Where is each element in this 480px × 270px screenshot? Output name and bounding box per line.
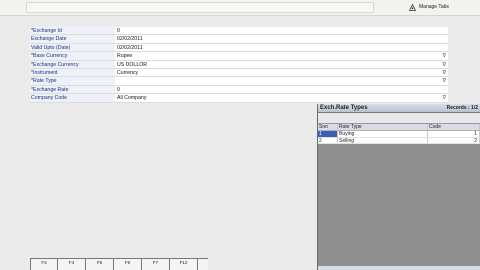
dropdown-arrow-icon[interactable]: ∇: [443, 94, 446, 102]
function-key-f7[interactable]: F7: [142, 259, 170, 270]
field-label: Company Code: [30, 94, 115, 102]
table-row[interactable]: 2 Selling 2: [318, 137, 480, 145]
field-value: 0: [117, 28, 120, 34]
dropdown-arrow-icon[interactable]: ∇: [443, 77, 446, 85]
field-select[interactable]: Rupee ∇: [115, 52, 448, 60]
field-select[interactable]: US DOLLOR ∇: [115, 60, 448, 69]
field-select[interactable]: Currency ∇: [115, 68, 448, 77]
form-row: Exchange Date 02/02/2011: [30, 35, 448, 44]
field-label: *Exchange Id: [30, 27, 115, 35]
lookup-grid-header: Sno Rate Type Code: [318, 124, 480, 131]
field-select[interactable]: ∇: [115, 77, 448, 85]
cell-sno: 2: [318, 137, 338, 144]
field-value: All Company: [117, 95, 147, 102]
col-header-code[interactable]: Code: [428, 124, 480, 130]
form-row: Valid Upto (Date) 02/02/2011: [30, 43, 448, 53]
lookup-records: Records : 1/2: [446, 105, 478, 111]
field-input[interactable]: 02/02/2011: [115, 35, 448, 43]
rate-type-lookup-panel: Exch.Rate Types Records : 1/2 Sno Rate T…: [317, 104, 480, 270]
table-row[interactable]: 1 Buying 1: [318, 130, 480, 138]
lookup-grid: Sno Rate Type Code 1 Buying 1 2 Selling …: [318, 124, 480, 145]
form-row: *Exchange Id 0: [30, 27, 448, 36]
form-row: *Exchange Rate 0: [30, 85, 448, 95]
field-label: Exchange Date: [30, 35, 115, 43]
field-label: *Rate Type: [30, 77, 115, 85]
field-value: 02/02/2011: [117, 36, 143, 43]
function-key-f12[interactable]: F12: [170, 259, 198, 270]
top-toolbar: Manage Tabs: [0, 0, 480, 16]
field-value: 02/02/2011: [117, 44, 143, 51]
tabs-icon: [409, 4, 416, 11]
field-label: Valid Upto (Date): [30, 43, 115, 52]
field-select[interactable]: All Company ∇: [115, 94, 448, 102]
dropdown-arrow-icon[interactable]: ∇: [443, 61, 446, 69]
col-header-sno[interactable]: Sno: [318, 124, 338, 130]
field-input[interactable]: 0: [115, 85, 448, 94]
col-header-rate-type[interactable]: Rate Type: [338, 124, 428, 130]
field-value: 0: [117, 86, 120, 93]
dropdown-arrow-icon[interactable]: ∇: [443, 69, 446, 77]
cell-code: 2: [428, 137, 480, 144]
toolbar-field[interactable]: [26, 2, 374, 13]
field-input[interactable]: 0: [115, 27, 448, 35]
dropdown-arrow-icon[interactable]: ∇: [443, 52, 446, 60]
field-label: *Instrument: [30, 68, 115, 77]
function-key-f6[interactable]: F6: [114, 259, 142, 270]
field-label: *Exchange Rate: [30, 85, 115, 94]
field-label: *Exchange Currency: [30, 60, 115, 68]
form-row: *Base Currency Rupee ∇: [30, 52, 448, 61]
function-key-f3[interactable]: F3: [30, 259, 58, 270]
lookup-header: Exch.Rate Types Records : 1/2: [318, 104, 480, 113]
lookup-footer: [318, 266, 480, 270]
form-row: *Instrument Currency ∇: [30, 68, 448, 78]
cell-sno: 1: [318, 130, 338, 137]
field-label: *Base Currency: [30, 52, 115, 60]
function-key-f5[interactable]: F5: [86, 259, 114, 270]
cell-code: 1: [428, 130, 480, 137]
field-value: Currency: [117, 69, 139, 76]
form-row: Company Code All Company ∇: [30, 94, 448, 103]
field-value: US DOLLOR: [117, 61, 147, 68]
form-row: *Exchange Currency US DOLLOR ∇: [30, 60, 448, 69]
manage-tabs-label: Manage Tabs: [419, 4, 449, 10]
field-input[interactable]: 02/02/2011: [115, 43, 448, 52]
exchange-rate-form: *Exchange Id 0 Exchange Date 02/02/2011 Vali…: [30, 27, 448, 103]
manage-tabs-button[interactable]: Manage Tabs: [409, 3, 449, 12]
lookup-title: Exch.Rate Types: [320, 105, 368, 111]
cell-rate-type: Selling: [338, 137, 428, 144]
function-key-f4[interactable]: F4: [58, 259, 86, 270]
function-key-bar: F3 F4 F5 F6 F7 F12: [30, 258, 208, 270]
lookup-search-strip[interactable]: [318, 113, 480, 124]
form-row: *Rate Type ∇: [30, 77, 448, 86]
cell-rate-type: Buying: [338, 130, 428, 137]
field-value: Rupee: [117, 53, 133, 60]
